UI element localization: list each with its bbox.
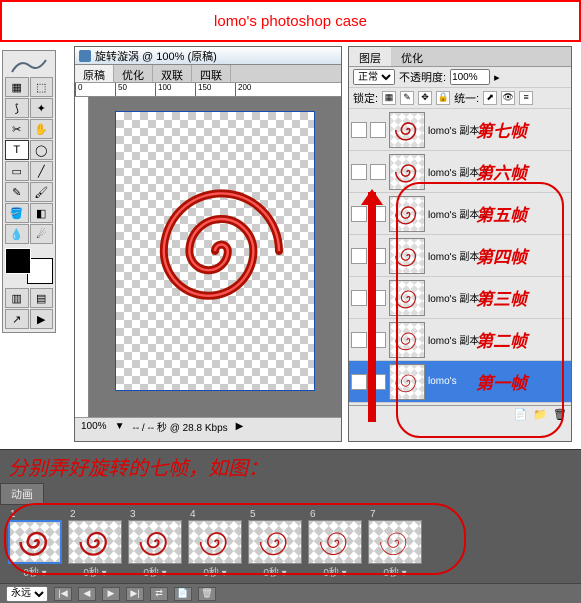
document-title: 旋转漩涡 @ 100% (原稿) bbox=[95, 48, 217, 64]
status-text: -- / -- 秒 @ 28.8 Kbps bbox=[132, 419, 227, 434]
visibility-icon[interactable]: 👁 bbox=[351, 374, 367, 390]
crop-tool-icon[interactable]: ✂ bbox=[5, 119, 29, 139]
app-icon bbox=[79, 50, 91, 62]
document-window: 旋转漩涡 @ 100% (原稿) 原稿 优化 双联 四联 05010015020… bbox=[74, 46, 342, 442]
loop-select[interactable]: 永远 bbox=[6, 586, 48, 602]
layer-annotation: 第一帧 bbox=[476, 369, 527, 394]
opacity-label: 不透明度: bbox=[399, 69, 446, 85]
lock-label: 锁定: bbox=[353, 90, 378, 106]
lock-move-icon[interactable]: ✥ bbox=[418, 91, 432, 105]
animation-panel: 分别弄好旋转的七帧，如图： 动画 1 0秒 ▾ 2 0秒 ▾ 3 0秒 ▾ 4 … bbox=[0, 449, 581, 587]
visibility-icon[interactable] bbox=[351, 332, 367, 348]
shape-tool-icon[interactable]: ◯ bbox=[30, 140, 54, 160]
marquee-tool-icon[interactable]: ⬚ bbox=[30, 77, 54, 97]
caption: 分别弄好旋转的七帧，如图： bbox=[0, 450, 276, 483]
blend-mode-select[interactable]: 正常 bbox=[353, 69, 395, 85]
frames-strip: 1 0秒 ▾ 2 0秒 ▾ 3 0秒 ▾ 4 0秒 ▾ 5 0秒 ▾ 6 0秒 … bbox=[0, 505, 581, 583]
unify-label: 统一: bbox=[454, 90, 479, 106]
rect-tool-icon[interactable]: ▭ bbox=[5, 161, 29, 181]
layer-annotation: 第五帧 bbox=[476, 201, 527, 226]
tab-original[interactable]: 原稿 bbox=[75, 65, 114, 82]
move-tool-icon[interactable]: ▦ bbox=[5, 77, 29, 97]
hand-tool-icon[interactable]: ✋ bbox=[30, 119, 54, 139]
tab-layers[interactable]: 图层 bbox=[349, 47, 391, 66]
canvas[interactable] bbox=[89, 97, 341, 417]
link-icon[interactable] bbox=[370, 122, 386, 138]
mask-mode-icon[interactable]: ▥ bbox=[5, 288, 29, 308]
spiral-graphic bbox=[135, 171, 295, 331]
lasso-tool-icon[interactable]: ⟆ bbox=[5, 98, 29, 118]
jump-icon[interactable]: ↗ bbox=[5, 309, 29, 329]
play-controls: 永远 |◀ ◀ ▶ ▶| ⇄ 📄 🗑 bbox=[0, 583, 581, 603]
layer-annotation: 第七帧 bbox=[476, 117, 527, 142]
artboard bbox=[115, 111, 315, 391]
eyedrop-tool-icon[interactable]: 💧 bbox=[5, 224, 29, 244]
lock-all-icon[interactable]: 🔒 bbox=[436, 91, 450, 105]
color-swatch[interactable] bbox=[5, 248, 53, 284]
wand-tool-icon[interactable]: ✦ bbox=[30, 98, 54, 118]
ruler-horizontal: 050100150200 bbox=[75, 83, 341, 97]
status-bar: 100% ▼ -- / -- 秒 @ 28.8 Kbps ▶ bbox=[75, 417, 341, 435]
layer-annotation: 第四帧 bbox=[476, 243, 527, 268]
tab-2up[interactable]: 双联 bbox=[153, 65, 192, 82]
pencil-tool-icon[interactable]: ✎ bbox=[5, 182, 29, 202]
document-titlebar: 旋转漩涡 @ 100% (原稿) bbox=[75, 47, 341, 65]
unify-pos-icon[interactable]: ⬈ bbox=[483, 91, 497, 105]
layer-annotation: 第三帧 bbox=[476, 285, 527, 310]
brush-tool-icon[interactable]: 🖌 bbox=[30, 182, 54, 202]
unify-style-icon[interactable]: ≡ bbox=[519, 91, 533, 105]
tab-optimize[interactable]: 优化 bbox=[114, 65, 153, 82]
smudge-tool-icon[interactable]: ☄ bbox=[30, 224, 54, 244]
visibility-icon[interactable] bbox=[351, 290, 367, 306]
type-tool-icon[interactable]: T bbox=[5, 140, 29, 160]
visibility-icon[interactable] bbox=[351, 248, 367, 264]
unify-vis-icon[interactable]: 👁 bbox=[501, 91, 515, 105]
banner: lomo's photoshop case bbox=[0, 0, 581, 42]
tab-4up[interactable]: 四联 bbox=[192, 65, 231, 82]
visibility-icon[interactable] bbox=[351, 206, 367, 222]
layer-annotation: 第二帧 bbox=[476, 327, 527, 352]
bucket-tool-icon[interactable]: 🪣 bbox=[5, 203, 29, 223]
lock-paint-icon[interactable]: ✎ bbox=[400, 91, 414, 105]
layer-thumbnail bbox=[389, 112, 425, 148]
preview-icon[interactable]: ▶ bbox=[30, 309, 54, 329]
toolbox: ▦⬚ ⟆✦ ✂✋ T◯ ▭╱ ✎🖌 🪣◧ 💧☄ ▥▤ ↗▶ bbox=[2, 50, 56, 333]
ruler-vertical bbox=[75, 97, 89, 417]
visibility-icon[interactable] bbox=[351, 122, 367, 138]
frames-highlight bbox=[4, 503, 466, 575]
lock-trans-icon[interactable]: ▦ bbox=[382, 91, 396, 105]
banner-title: lomo's photoshop case bbox=[214, 13, 367, 30]
tab-optimize-panel[interactable]: 优化 bbox=[391, 47, 433, 66]
arrow-annotation bbox=[368, 192, 376, 422]
layer-row[interactable]: lomo's 副本 6 第七帧 bbox=[349, 109, 571, 151]
document-tabs: 原稿 优化 双联 四联 bbox=[75, 65, 341, 83]
opacity-input[interactable] bbox=[450, 69, 490, 85]
animation-tab[interactable]: 动画 bbox=[0, 483, 44, 505]
line-tool-icon[interactable]: ╱ bbox=[30, 161, 54, 181]
eraser-tool-icon[interactable]: ◧ bbox=[30, 203, 54, 223]
layer-annotation: 第六帧 bbox=[476, 159, 527, 184]
screen-mode-icon[interactable]: ▤ bbox=[30, 288, 54, 308]
zoom-level: 100% bbox=[81, 421, 107, 432]
